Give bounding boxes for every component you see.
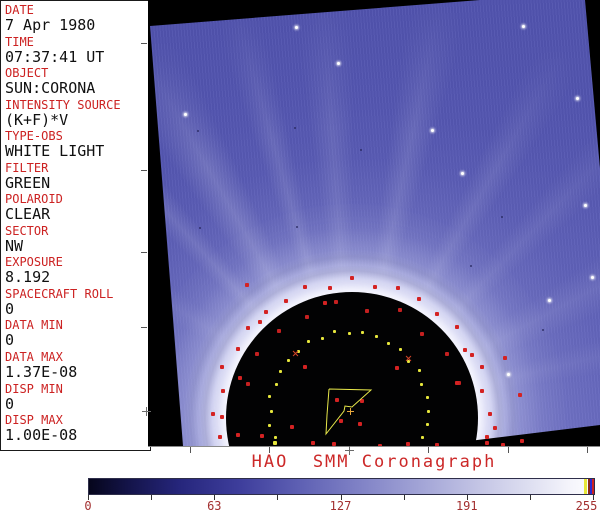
- coronagraph-image: [148, 0, 600, 447]
- metadata-field: FILTER GREEN: [5, 160, 150, 194]
- metadata-panel: DATE 7 Apr 1980 TIME 07:37:41 UT OBJECT …: [0, 0, 151, 451]
- metadata-field: DATE 7 Apr 1980: [5, 4, 150, 36]
- metadata-value: CLEAR: [5, 205, 51, 224]
- metadata-field: TIME 07:37:41 UT: [5, 34, 150, 68]
- metadata-label: INTENSITY SOURCE: [5, 97, 121, 112]
- colorbar-tick-label: 191: [455, 499, 478, 513]
- metadata-field: DATA MAX 1.37E-08: [5, 351, 150, 383]
- metadata-field: TYPE-OBS WHITE LIGHT: [5, 130, 150, 162]
- colorbar-tick-label: 255: [575, 499, 598, 513]
- metadata-label: DISP MIN: [5, 381, 63, 396]
- metadata-field: DISP MAX 1.00E-08: [5, 414, 150, 446]
- metadata-field: POLAROID CLEAR: [5, 193, 150, 225]
- metadata-field: SPACECRAFT ROLL 0: [5, 286, 150, 320]
- colorbar-overlay-stripe: [591, 479, 594, 494]
- metadata-field: OBJECT SUN:CORONA: [5, 67, 150, 99]
- colorbar-tick: [403, 495, 405, 500]
- metadata-value: 0: [5, 331, 15, 350]
- metadata-value: 0: [5, 394, 15, 413]
- metadata-label: FILTER: [5, 160, 49, 175]
- metadata-value: 0: [5, 299, 15, 318]
- left-axis-tick: [141, 252, 147, 253]
- left-axis-tick: [141, 327, 147, 328]
- colorbar-tick-label: 0: [84, 499, 92, 513]
- metadata-label: SPACECRAFT ROLL: [5, 286, 114, 301]
- left-axis-tick: [141, 43, 147, 44]
- metadata-label: SECTOR: [5, 223, 49, 238]
- metadata-value: WHITE LIGHT: [5, 142, 105, 161]
- metadata-value: 7 Apr 1980: [5, 16, 96, 34]
- metadata-label: DATA MIN: [5, 318, 63, 333]
- colorbar-tick: [151, 495, 153, 500]
- metadata-value: NW: [5, 236, 24, 255]
- metadata-value: (K+F)*V: [5, 110, 69, 129]
- metadata-value: SUN:CORONA: [5, 79, 96, 98]
- colorbar-overlay-stripe: [583, 479, 587, 494]
- metadata-label: TIME: [5, 34, 34, 49]
- metadata-value: 07:37:41 UT: [5, 47, 105, 66]
- metadata-value: GREEN: [5, 173, 51, 192]
- colorbar-tick-label: 127: [329, 499, 352, 513]
- metadata-value: 1.00E-08: [5, 426, 78, 445]
- metadata-field: INTENSITY SOURCE (K+F)*V: [5, 97, 150, 131]
- image-title: HAO SMM Coronagraph: [251, 452, 497, 472]
- fiducial-polygon: [325, 388, 373, 436]
- colorbar-tick: [277, 495, 279, 500]
- left-axis-tick: [141, 170, 147, 171]
- metadata-field: DISP MIN 0: [5, 381, 150, 415]
- metadata-field: SECTOR NW: [5, 223, 150, 257]
- intensity-colorbar: [88, 478, 595, 495]
- metadata-value: 8.192: [5, 268, 51, 287]
- colorbar-tick-label: 63: [207, 499, 222, 513]
- metadata-value: 1.37E-08: [5, 363, 78, 382]
- colorbar-tick: [529, 495, 531, 500]
- metadata-field: EXPOSURE 8.192: [5, 256, 150, 288]
- fiducial-marks-layer: [148, 0, 600, 446]
- metadata-field: DATA MIN 0: [5, 319, 150, 351]
